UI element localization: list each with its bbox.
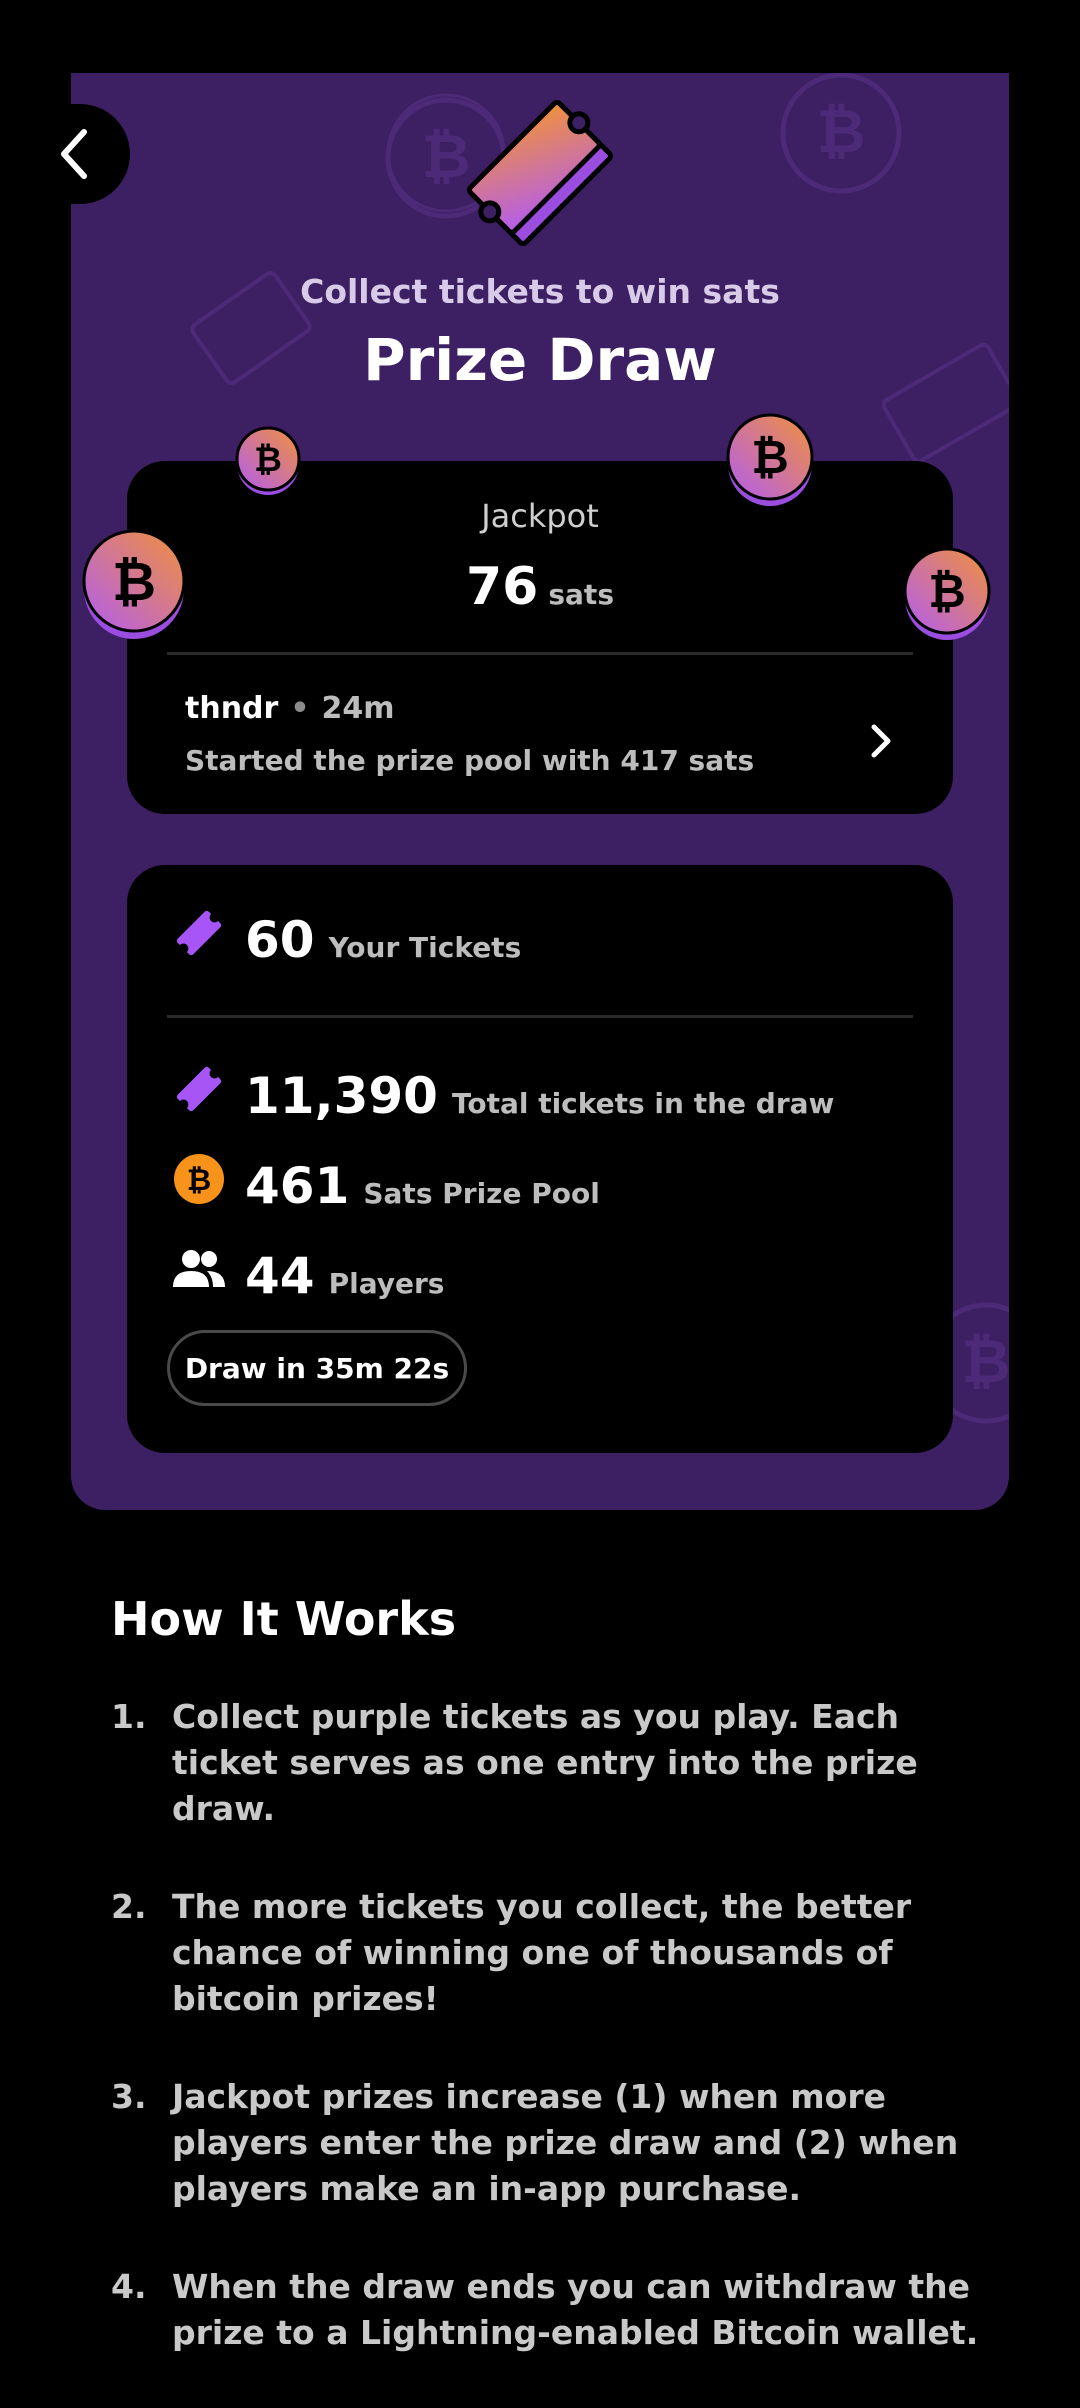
ticket-icon (176, 1066, 222, 1112)
bitcoin-coin-icon: ₿ (82, 529, 186, 639)
page-subtitle: Collect tickets to win sats (300, 272, 780, 311)
svg-text:₿: ₿ (254, 440, 282, 480)
step-number: 4. (111, 2267, 147, 2306)
total-tickets-label: Total tickets in the draw (451, 1087, 835, 1120)
draw-timer-pill: Draw in 35m 22s (167, 1330, 467, 1406)
your-tickets-row: 60 Your Tickets (171, 910, 522, 969)
ticket-icon (176, 910, 222, 956)
step-text: Jackpot prizes increase (1) when more pl… (172, 2077, 959, 2208)
ticket-hero-icon (467, 100, 613, 246)
list-item: 3. Jackpot prizes increase (1) when more … (111, 2074, 991, 2212)
total-tickets-value: 11,390 (245, 1067, 438, 1125)
players-label: Players (328, 1267, 445, 1300)
bitcoin-coin-icon: ₿ (726, 413, 814, 506)
step-number: 2. (111, 1887, 147, 1926)
bitcoin-coin-icon: ₿ (903, 547, 991, 640)
step-text: Collect purple tickets as you play. Each… (172, 1697, 918, 1828)
chevron-right-icon (871, 724, 891, 758)
your-tickets-label: Your Tickets (328, 931, 522, 964)
prize-pool-label: Sats Prize Pool (363, 1177, 600, 1210)
activity-user: thndr (185, 691, 279, 726)
list-item: 2. The more tickets you collect, the bett… (111, 1884, 991, 2022)
chevron-left-icon (61, 129, 87, 179)
divider (167, 652, 913, 655)
jackpot-card: Jackpot 76 sats thndr • 24m Started the pri… (127, 461, 953, 814)
step-number: 3. (111, 2077, 147, 2116)
list-item: 1. Collect purple tickets as you play. Ea… (111, 1694, 991, 1832)
bitcoin-watermark-icon: ₿ (780, 73, 902, 194)
bitcoin-coin-icon: ₿ (235, 426, 301, 495)
step-text: The more tickets you collect, the better… (172, 1887, 912, 2018)
recent-activity-row[interactable]: thndr • 24m Started the prize pool with 41… (185, 691, 913, 791)
svg-text:₿: ₿ (928, 564, 966, 618)
bitcoin-icon: ₿ (174, 1154, 224, 1204)
jackpot-value: 76 sats (127, 557, 953, 617)
jackpot-unit: sats (548, 578, 614, 611)
stats-card: 60 Your Tickets 11,390 Total tickets in … (127, 865, 953, 1453)
players-row: 44 Players (171, 1247, 444, 1305)
prize-pool-value: 461 (245, 1157, 350, 1215)
back-button[interactable] (0, 104, 130, 204)
svg-text:₿: ₿ (962, 1327, 1009, 1397)
jackpot-amount: 76 (466, 557, 539, 617)
how-it-works-title: How It Works (111, 1592, 457, 1646)
your-tickets-value: 60 (245, 911, 315, 969)
page-title: Prize Draw (363, 326, 717, 394)
activity-message: Started the prize pool with 417 sats (185, 744, 755, 777)
svg-text:₿: ₿ (817, 97, 866, 167)
players-value: 44 (245, 1247, 315, 1305)
separator-dot: • (290, 691, 310, 726)
how-it-works-list: 1. Collect purple tickets as you play. Ea… (111, 1694, 991, 2408)
svg-text:₿: ₿ (751, 430, 789, 484)
total-tickets-row: 11,390 Total tickets in the draw (171, 1066, 835, 1125)
svg-text:₿: ₿ (187, 1163, 211, 1198)
list-item: 4. When the draw ends you can withdraw th… (111, 2264, 991, 2356)
step-text: When the draw ends you can withdraw the … (172, 2267, 979, 2352)
svg-text:₿: ₿ (112, 550, 156, 613)
jackpot-label: Jackpot (481, 497, 599, 535)
activity-time: 24m (321, 691, 395, 726)
divider (167, 1015, 913, 1018)
step-number: 1. (111, 1697, 147, 1736)
people-icon (173, 1250, 225, 1287)
prize-pool-row: ₿ 461 Sats Prize Pool (171, 1154, 600, 1215)
